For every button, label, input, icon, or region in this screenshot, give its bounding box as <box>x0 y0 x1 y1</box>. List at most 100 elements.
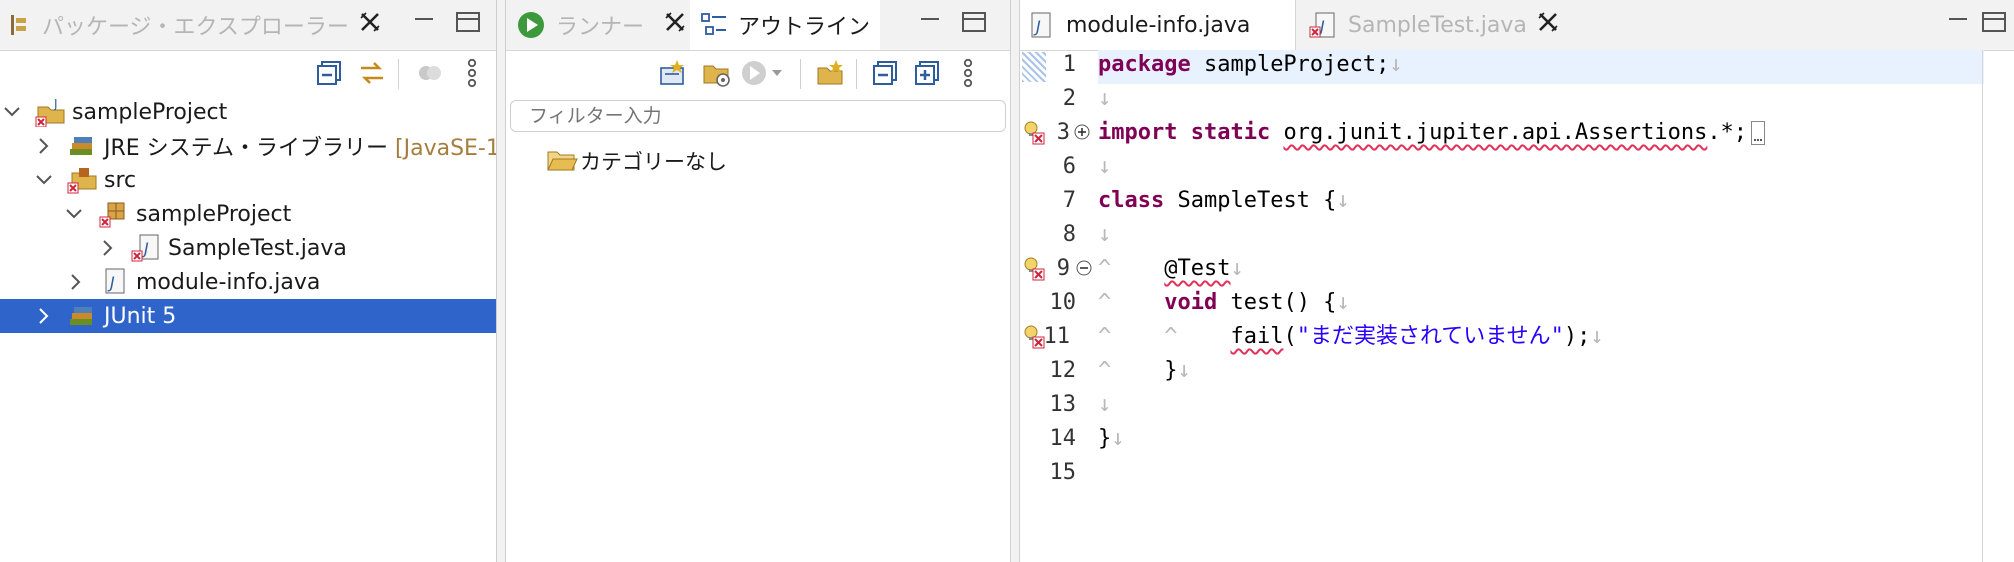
new-category-icon[interactable] <box>656 55 688 91</box>
whitespace-marker: ↓ <box>1389 52 1403 77</box>
maximize-icon[interactable] <box>962 12 986 32</box>
code-text: ); <box>1563 324 1591 349</box>
tab-outline[interactable]: アウトライン <box>690 0 880 50</box>
outline-toolbar <box>506 55 1010 95</box>
java-file-error-icon: J <box>1308 11 1338 39</box>
new-folder-icon[interactable] <box>814 55 846 91</box>
view-menu-icon[interactable] <box>952 55 984 91</box>
tree-row-jre-library[interactable]: JRE システム・ライブラリー [JavaSE-11] <box>0 129 496 163</box>
tree-row-sampletest[interactable]: J SampleTest.java <box>0 231 496 265</box>
chevron-right-icon[interactable] <box>34 136 54 156</box>
tab-marker: ^ <box>1098 324 1112 349</box>
package-explorer-icon <box>8 13 32 37</box>
tab-module-info[interactable]: J module-info.java <box>1020 0 1296 50</box>
keyword: void <box>1164 290 1218 315</box>
minimize-icon[interactable] <box>1946 12 1970 32</box>
tree-row-project[interactable]: J sampleProject <box>0 95 496 129</box>
fold-collapse-icon[interactable] <box>1076 260 1092 276</box>
view-menu-icon[interactable] <box>456 55 488 91</box>
library-icon <box>66 301 100 331</box>
maximize-icon[interactable] <box>1982 12 2006 32</box>
code-line: ^ ^ fail("まだ実装されていません");↓ <box>1098 320 1604 354</box>
whitespace-marker: ↓ <box>1098 154 1112 179</box>
source-folder-icon <box>66 165 100 195</box>
chevron-right-icon[interactable] <box>66 272 86 292</box>
tab-package-explorer[interactable]: パッケージ・エクスプローラー <box>0 0 381 50</box>
minimize-icon[interactable] <box>412 12 436 32</box>
tree-label: JRE システム・ライブラリー [JavaSE-11] <box>104 130 496 162</box>
tree-row-src[interactable]: src <box>0 163 496 197</box>
error-quickfix-icon[interactable] <box>1022 256 1046 282</box>
error-quickfix-icon[interactable] <box>1022 120 1046 146</box>
link-with-editor-icon[interactable] <box>356 55 388 91</box>
whitespace-marker: ↓ <box>1177 358 1191 383</box>
line-number: 13 <box>1049 392 1077 417</box>
tab-sampletest[interactable]: J SampleTest.java <box>1298 0 1568 50</box>
tree-label: sampleProject <box>72 99 228 125</box>
tree-label: src <box>104 167 137 193</box>
collapse-all-icon[interactable] <box>870 55 902 91</box>
code-line: }↓ <box>1098 422 1125 456</box>
keyword: package <box>1098 52 1191 77</box>
chevron-down-icon[interactable] <box>64 204 84 224</box>
whitespace-marker: ↓ <box>1336 188 1350 213</box>
panel-divider[interactable] <box>1010 0 1020 562</box>
run-disabled-icon[interactable] <box>740 55 788 91</box>
code-text: sampleProject; <box>1190 52 1390 77</box>
code-text: .*; <box>1707 120 1748 145</box>
tree-label: module-info.java <box>136 269 321 295</box>
line-number: 7 <box>1062 188 1076 213</box>
fold-expand-icon[interactable] <box>1074 124 1090 140</box>
outline-category-row[interactable]: カテゴリーなし <box>546 144 727 178</box>
tab-label: アウトライン <box>738 15 871 40</box>
close-icon[interactable] <box>664 11 686 39</box>
tab-marker: ^ <box>1098 358 1112 383</box>
keyword: import <box>1098 120 1178 145</box>
code-line: ^ }↓ <box>1098 354 1191 388</box>
chevron-down-icon[interactable] <box>2 102 22 122</box>
java-file-icon: J <box>128 233 162 263</box>
toolbar-separator <box>398 59 399 89</box>
tab-runner[interactable]: ランナー <box>506 0 690 50</box>
keyword: static <box>1190 120 1271 145</box>
category-label: カテゴリーなし <box>580 150 727 174</box>
panel-divider[interactable] <box>496 0 506 562</box>
tree-row-module-info[interactable]: J module-info.java <box>0 265 496 299</box>
code-line: ^ void test() {↓ <box>1098 286 1350 320</box>
expand-all-icon[interactable] <box>912 55 944 91</box>
filter-icon[interactable] <box>414 55 446 91</box>
collapse-all-icon[interactable] <box>314 55 346 91</box>
error-quickfix-icon[interactable] <box>1022 324 1046 350</box>
close-icon[interactable] <box>1537 11 1559 39</box>
tree-row-package[interactable]: sampleProject <box>0 197 496 231</box>
chevron-right-icon[interactable] <box>98 238 118 258</box>
code-line: import static org.junit.jupiter.api.Asse… <box>1098 116 1766 150</box>
whitespace-marker: ↓ <box>1336 290 1350 315</box>
folded-code-box[interactable] <box>1751 121 1766 145</box>
whitespace-marker: ↓ <box>1098 392 1112 417</box>
close-icon[interactable] <box>359 11 381 39</box>
code-line: ↓ <box>1098 82 1111 116</box>
chevron-down-icon[interactable] <box>34 170 54 190</box>
code-error-text: org.junit.jupiter.api.Assertions <box>1283 120 1708 145</box>
filter-input[interactable] <box>510 100 1006 132</box>
code-line: ↓ <box>1098 218 1111 252</box>
overview-ruler[interactable] <box>1982 50 1983 562</box>
package-icon <box>98 199 132 229</box>
tab-marker: ^ <box>1164 324 1178 349</box>
java-project-icon: J <box>34 97 68 128</box>
chevron-right-icon[interactable] <box>34 306 54 326</box>
tab-label: module-info.java <box>1066 12 1251 38</box>
code-line: ↓ <box>1098 388 1111 422</box>
line-number: 14 <box>1049 426 1077 451</box>
whitespace-marker: ↓ <box>1098 86 1112 111</box>
package-explorer-panel: パッケージ・エクスプローラー J sampleProject JRE システム・… <box>0 0 496 562</box>
line-number: 10 <box>1049 290 1077 315</box>
open-folder-icon[interactable] <box>700 55 732 91</box>
tree-row-junit5[interactable]: JUnit 5 <box>0 299 496 333</box>
library-icon <box>66 131 100 161</box>
maximize-icon[interactable] <box>456 12 480 32</box>
line-number: 6 <box>1062 154 1076 179</box>
minimize-icon[interactable] <box>918 12 942 32</box>
svg-text:J: J <box>53 97 58 111</box>
